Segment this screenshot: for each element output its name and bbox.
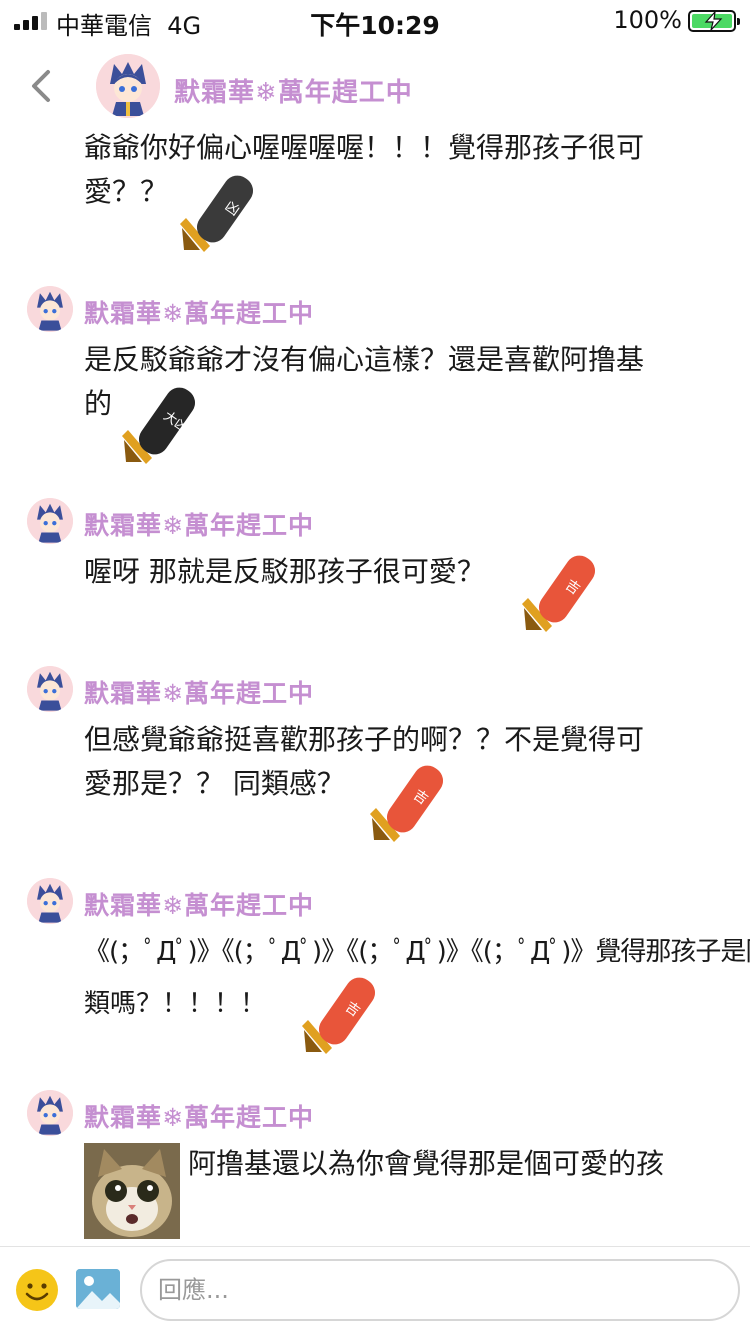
- message-line: 是反駁爺爺才沒有偏心這樣？還是喜歡阿撸基: [84, 343, 645, 376]
- avatar[interactable]: [27, 286, 73, 332]
- surprised-cat-image[interactable]: [84, 1143, 180, 1239]
- reply-input[interactable]: [140, 1259, 740, 1321]
- author-name[interactable]: 默霜華❄萬年趕工中: [84, 1098, 314, 1134]
- omikuji-sticker: 吉: [366, 764, 446, 844]
- avatar[interactable]: [27, 666, 73, 712]
- header-name[interactable]: 默霜華❄萬年趕工中: [174, 72, 413, 109]
- author-name[interactable]: 默霜華❄萬年趕工中: [84, 674, 314, 710]
- message-line: 類嗎？！！！！: [84, 989, 267, 1019]
- message-text: 《(；ﾟДﾟ)》《(；ﾟДﾟ)》《(；ﾟДﾟ)》《(；ﾟДﾟ)》覺得那孩子是同 …: [84, 930, 750, 1026]
- emoji-icon[interactable]: [16, 1269, 58, 1311]
- omikuji-sticker: 吉: [518, 554, 598, 634]
- avatar[interactable]: [27, 1090, 73, 1136]
- message-text: 喔呀 那就是反駁那孩子很可愛？: [84, 550, 714, 594]
- avatar[interactable]: [27, 498, 73, 544]
- battery-charging-icon: [688, 10, 740, 32]
- image-icon[interactable]: [76, 1269, 120, 1309]
- omikuji-sticker: 吉: [298, 976, 378, 1056]
- author-name[interactable]: 默霜華❄萬年趕工中: [84, 294, 314, 330]
- message-line: 爺爺你好偏心喔喔喔喔！！！覺得那孩子很可: [84, 131, 645, 164]
- omikuji-sticker: 大凶: [118, 386, 198, 466]
- back-chevron-icon[interactable]: [26, 66, 60, 106]
- status-bar: 中華電信 4G 下午10:29 100%: [0, 0, 750, 40]
- battery-percentage: 100%: [613, 6, 682, 34]
- omikuji-sticker: 凶: [176, 174, 256, 254]
- message-line: 喔呀 那就是反駁那孩子很可愛？: [84, 555, 485, 588]
- message-line: 《(；ﾟДﾟ)》《(；ﾟДﾟ)》《(；ﾟДﾟ)》《(；ﾟДﾟ)》覺得那孩子是同: [84, 937, 750, 967]
- message-line: 但感覺爺爺挺喜歡那孩子的啊？？不是覺得可: [84, 723, 645, 756]
- reply-bar: [0, 1246, 750, 1334]
- message-text: 阿撸基還以為你會覺得那是個可愛的孩: [188, 1147, 665, 1180]
- author-name[interactable]: 默霜華❄萬年趕工中: [84, 506, 314, 542]
- header-avatar[interactable]: [96, 54, 160, 118]
- avatar[interactable]: [27, 878, 73, 924]
- author-name[interactable]: 默霜華❄萬年趕工中: [84, 886, 314, 922]
